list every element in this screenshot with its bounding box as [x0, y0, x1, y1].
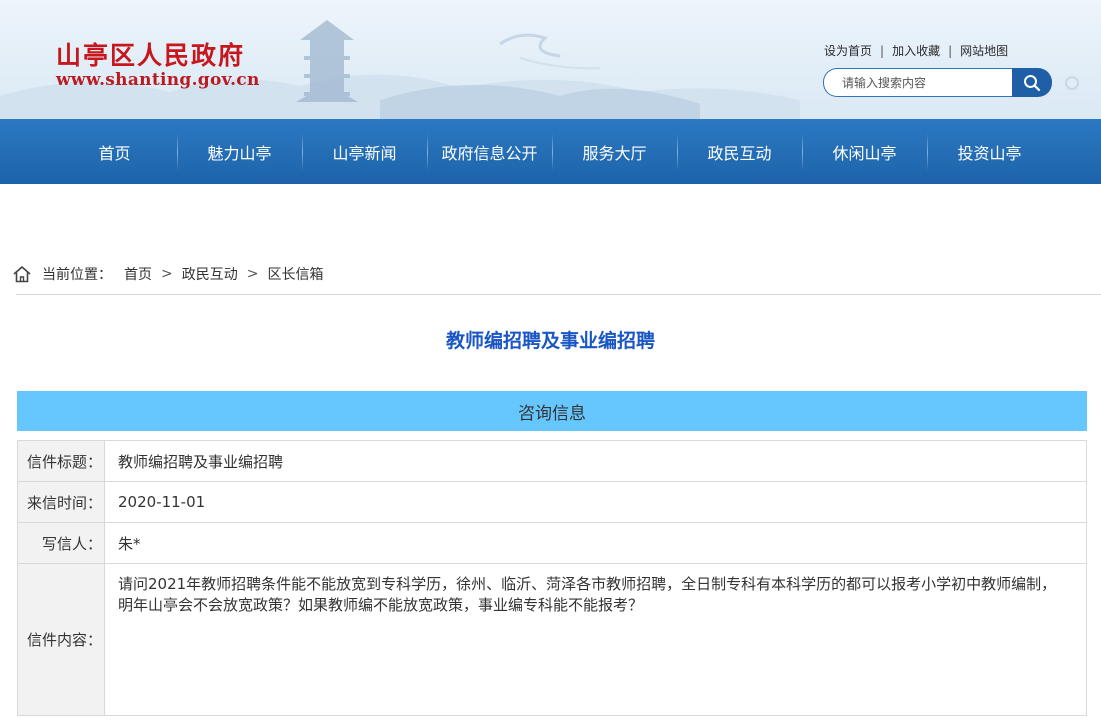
site-map-link[interactable]: 网站地图	[960, 42, 1008, 59]
letter-content-value: 请问2021年教师招聘条件能不能放宽到专科学历，徐州、临沂、菏泽各市教师招聘，全…	[104, 563, 1087, 716]
site-name: 山亭区人民政府	[56, 41, 246, 70]
search-button[interactable]	[1012, 68, 1052, 97]
field-label: 信件内容：	[17, 563, 105, 716]
main-nav: 首页 魅力山亭 山亭新闻 政府信息公开 服务大厅 政民互动 休闲山亭 投资山亭	[0, 119, 1101, 184]
table-row: 写信人： 朱*	[17, 522, 1087, 564]
table-row: 信件内容： 请问2021年教师招聘条件能不能放宽到专科学历，徐州、临沂、菏泽各市…	[17, 563, 1087, 716]
breadcrumb-item-home[interactable]: 首页	[124, 264, 152, 284]
nav-item-investment[interactable]: 投资山亭	[927, 119, 1052, 184]
search-box	[823, 68, 1052, 97]
add-favorite-link[interactable]: 加入收藏	[892, 42, 940, 59]
nav-item-gov-info[interactable]: 政府信息公开	[427, 119, 552, 184]
home-icon	[12, 265, 32, 283]
letter-title-value: 教师编招聘及事业编招聘	[104, 440, 1087, 482]
table-row: 信件标题： 教师编招聘及事业编招聘	[17, 440, 1087, 482]
nav-item-interaction[interactable]: 政民互动	[677, 119, 802, 184]
letter-date-value: 2020-11-01	[104, 481, 1087, 523]
breadcrumb-item-mailbox[interactable]: 区长信箱	[267, 264, 323, 284]
top-links: 设为首页 | 加入收藏 | 网站地图	[824, 42, 1008, 59]
section-header: 咨询信息	[17, 391, 1087, 431]
nav-item-home[interactable]: 首页	[52, 119, 177, 184]
site-logo[interactable]: 山亭区人民政府 www.shanting.gov.cn	[56, 41, 260, 91]
search-icon	[1024, 74, 1041, 91]
table-row: 来信时间： 2020-11-01	[17, 481, 1087, 523]
field-label: 信件标题：	[17, 440, 105, 482]
site-header: 山亭区人民政府 www.shanting.gov.cn 设为首页 | 加入收藏 …	[0, 0, 1101, 119]
breadcrumb: 当前位置： 首页 > 政民互动 > 区长信箱	[12, 264, 323, 284]
nav-item-leisure[interactable]: 休闲山亭	[802, 119, 927, 184]
link-separator: |	[880, 43, 885, 58]
letter-info-table: 信件标题： 教师编招聘及事业编招聘 来信时间： 2020-11-01 写信人： …	[17, 440, 1087, 716]
letter-author-value: 朱*	[104, 522, 1087, 564]
breadcrumb-item-interaction[interactable]: 政民互动	[182, 264, 238, 284]
link-separator: |	[948, 43, 953, 58]
page-title: 教师编招聘及事业编招聘	[445, 330, 655, 352]
field-label: 来信时间：	[17, 481, 105, 523]
nav-item-charm[interactable]: 魅力山亭	[177, 119, 302, 184]
breadcrumb-separator: >	[246, 266, 259, 282]
breadcrumb-separator: >	[161, 266, 173, 282]
field-label: 写信人：	[17, 522, 105, 564]
nav-item-news[interactable]: 山亭新闻	[302, 119, 427, 184]
search-input[interactable]	[823, 68, 1013, 97]
set-homepage-link[interactable]: 设为首页	[824, 42, 872, 59]
breadcrumb-label: 当前位置：	[42, 267, 112, 283]
breadcrumb-divider	[16, 294, 1101, 295]
nav-item-service-hall[interactable]: 服务大厅	[552, 119, 677, 184]
site-url: www.shanting.gov.cn	[56, 70, 260, 90]
